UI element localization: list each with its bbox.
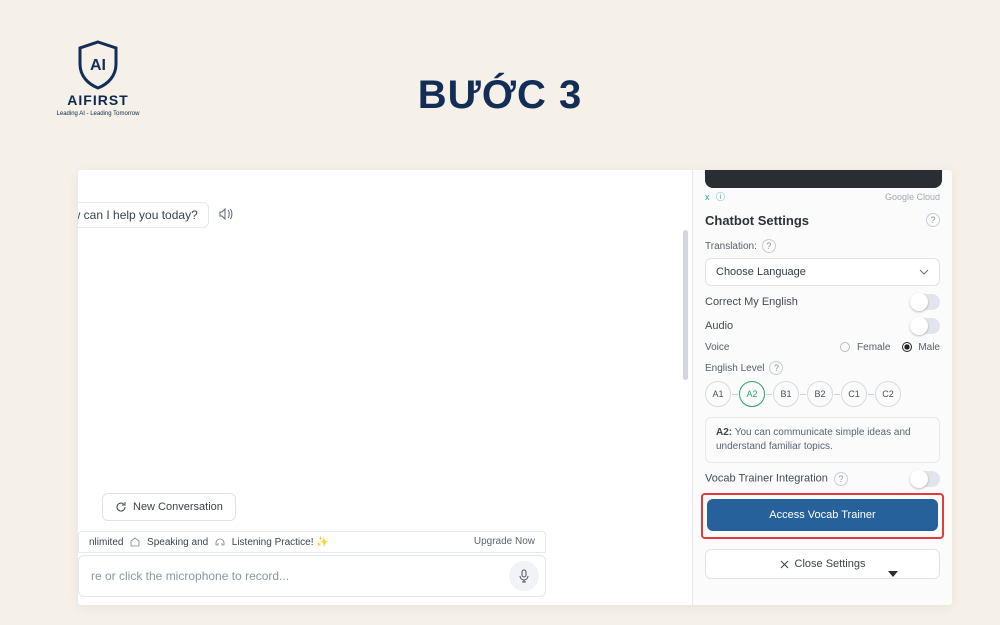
level-a1[interactable]: A1 — [705, 381, 731, 407]
assistant-text: ow can I help you today? — [78, 202, 209, 228]
app-window: ow can I help you today? New Conversatio… — [78, 170, 952, 605]
help-icon[interactable]: ? — [769, 361, 783, 375]
level-c2[interactable]: C2 — [875, 381, 901, 407]
audio-toggle[interactable] — [910, 318, 940, 334]
level-b2[interactable]: B2 — [807, 381, 833, 407]
level-b1[interactable]: B1 — [773, 381, 799, 407]
level-selector: A1 A2 B1 B2 C1 C2 — [705, 381, 940, 407]
refresh-icon — [115, 501, 127, 513]
audio-row: Audio — [693, 312, 952, 336]
english-level-field: English Level ? A1 A2 B1 B2 C1 C2 A2: Yo… — [693, 355, 952, 465]
upgrade-tags: nlimited Speaking and Listening Practice… — [89, 537, 329, 548]
ad-meta: x ⓘ Google Cloud — [693, 188, 952, 203]
level-c1[interactable]: C1 — [841, 381, 867, 407]
page-title: BƯỚC 3 — [0, 75, 1000, 115]
voice-male-option[interactable]: Male — [902, 342, 940, 353]
translation-label: Translation: — [705, 241, 757, 252]
message-input[interactable]: re or click the microphone to record... — [78, 555, 546, 597]
translation-field: Translation: ? Choose Language — [693, 233, 952, 288]
audio-label: Audio — [705, 320, 733, 332]
chevron-down-icon — [919, 269, 929, 275]
radio-icon — [902, 342, 912, 352]
level-description: A2: You can communicate simple ideas and… — [705, 417, 940, 463]
dropdown-caret-icon — [888, 571, 898, 577]
language-select[interactable]: Choose Language — [705, 258, 940, 286]
assistant-message: ow can I help you today? — [78, 202, 233, 228]
ad-close-icon[interactable]: x — [705, 192, 710, 202]
voice-label: Voice — [705, 342, 729, 353]
close-settings-button[interactable]: Close Settings — [705, 549, 940, 579]
headphones-icon — [215, 537, 225, 547]
input-placeholder: re or click the microphone to record... — [91, 570, 289, 582]
scroll-gutter — [620, 170, 692, 605]
upgrade-bar: nlimited Speaking and Listening Practice… — [78, 531, 546, 553]
chat-pane: ow can I help you today? New Conversatio… — [78, 170, 620, 605]
vocab-integration-toggle[interactable] — [910, 471, 940, 487]
help-icon[interactable]: ? — [834, 472, 848, 486]
new-conversation-button[interactable]: New Conversation — [102, 493, 236, 521]
vocab-integration-row: Vocab Trainer Integration ? — [693, 465, 952, 489]
ad-info-icon[interactable]: ⓘ — [716, 192, 725, 202]
help-icon[interactable]: ? — [762, 239, 776, 253]
correct-english-label: Correct My English — [705, 296, 798, 308]
settings-pane: x ⓘ Google Cloud Chatbot Settings ? Tran… — [692, 170, 952, 605]
help-icon[interactable]: ? — [926, 213, 940, 227]
access-vocab-highlight: Access Vocab Trainer — [701, 493, 944, 539]
tag-icon — [130, 537, 140, 547]
correct-english-toggle[interactable] — [910, 294, 940, 310]
settings-title: Chatbot Settings — [705, 214, 809, 227]
new-conversation-label: New Conversation — [133, 502, 223, 513]
level-a2[interactable]: A2 — [739, 381, 765, 407]
vocab-integration-label: Vocab Trainer Integration — [705, 473, 828, 485]
ad-banner-dark — [705, 170, 942, 188]
correct-english-row: Correct My English — [693, 288, 952, 312]
access-vocab-button[interactable]: Access Vocab Trainer — [707, 499, 938, 531]
microphone-button[interactable] — [509, 561, 539, 591]
svg-text:AI: AI — [90, 57, 106, 74]
voice-row: Voice Female Male — [693, 336, 952, 355]
language-placeholder: Choose Language — [716, 267, 806, 278]
voice-female-option[interactable]: Female — [840, 342, 893, 353]
scrollbar[interactable] — [683, 230, 688, 380]
sparkle-icon: ✨ — [316, 537, 328, 548]
speaker-icon[interactable] — [219, 208, 233, 222]
close-icon — [780, 560, 789, 569]
upgrade-link[interactable]: Upgrade Now — [474, 537, 535, 547]
radio-icon — [840, 342, 850, 352]
ad-source: Google Cloud — [885, 192, 940, 202]
settings-header: Chatbot Settings ? — [693, 203, 952, 233]
english-level-label: English Level — [705, 363, 764, 374]
